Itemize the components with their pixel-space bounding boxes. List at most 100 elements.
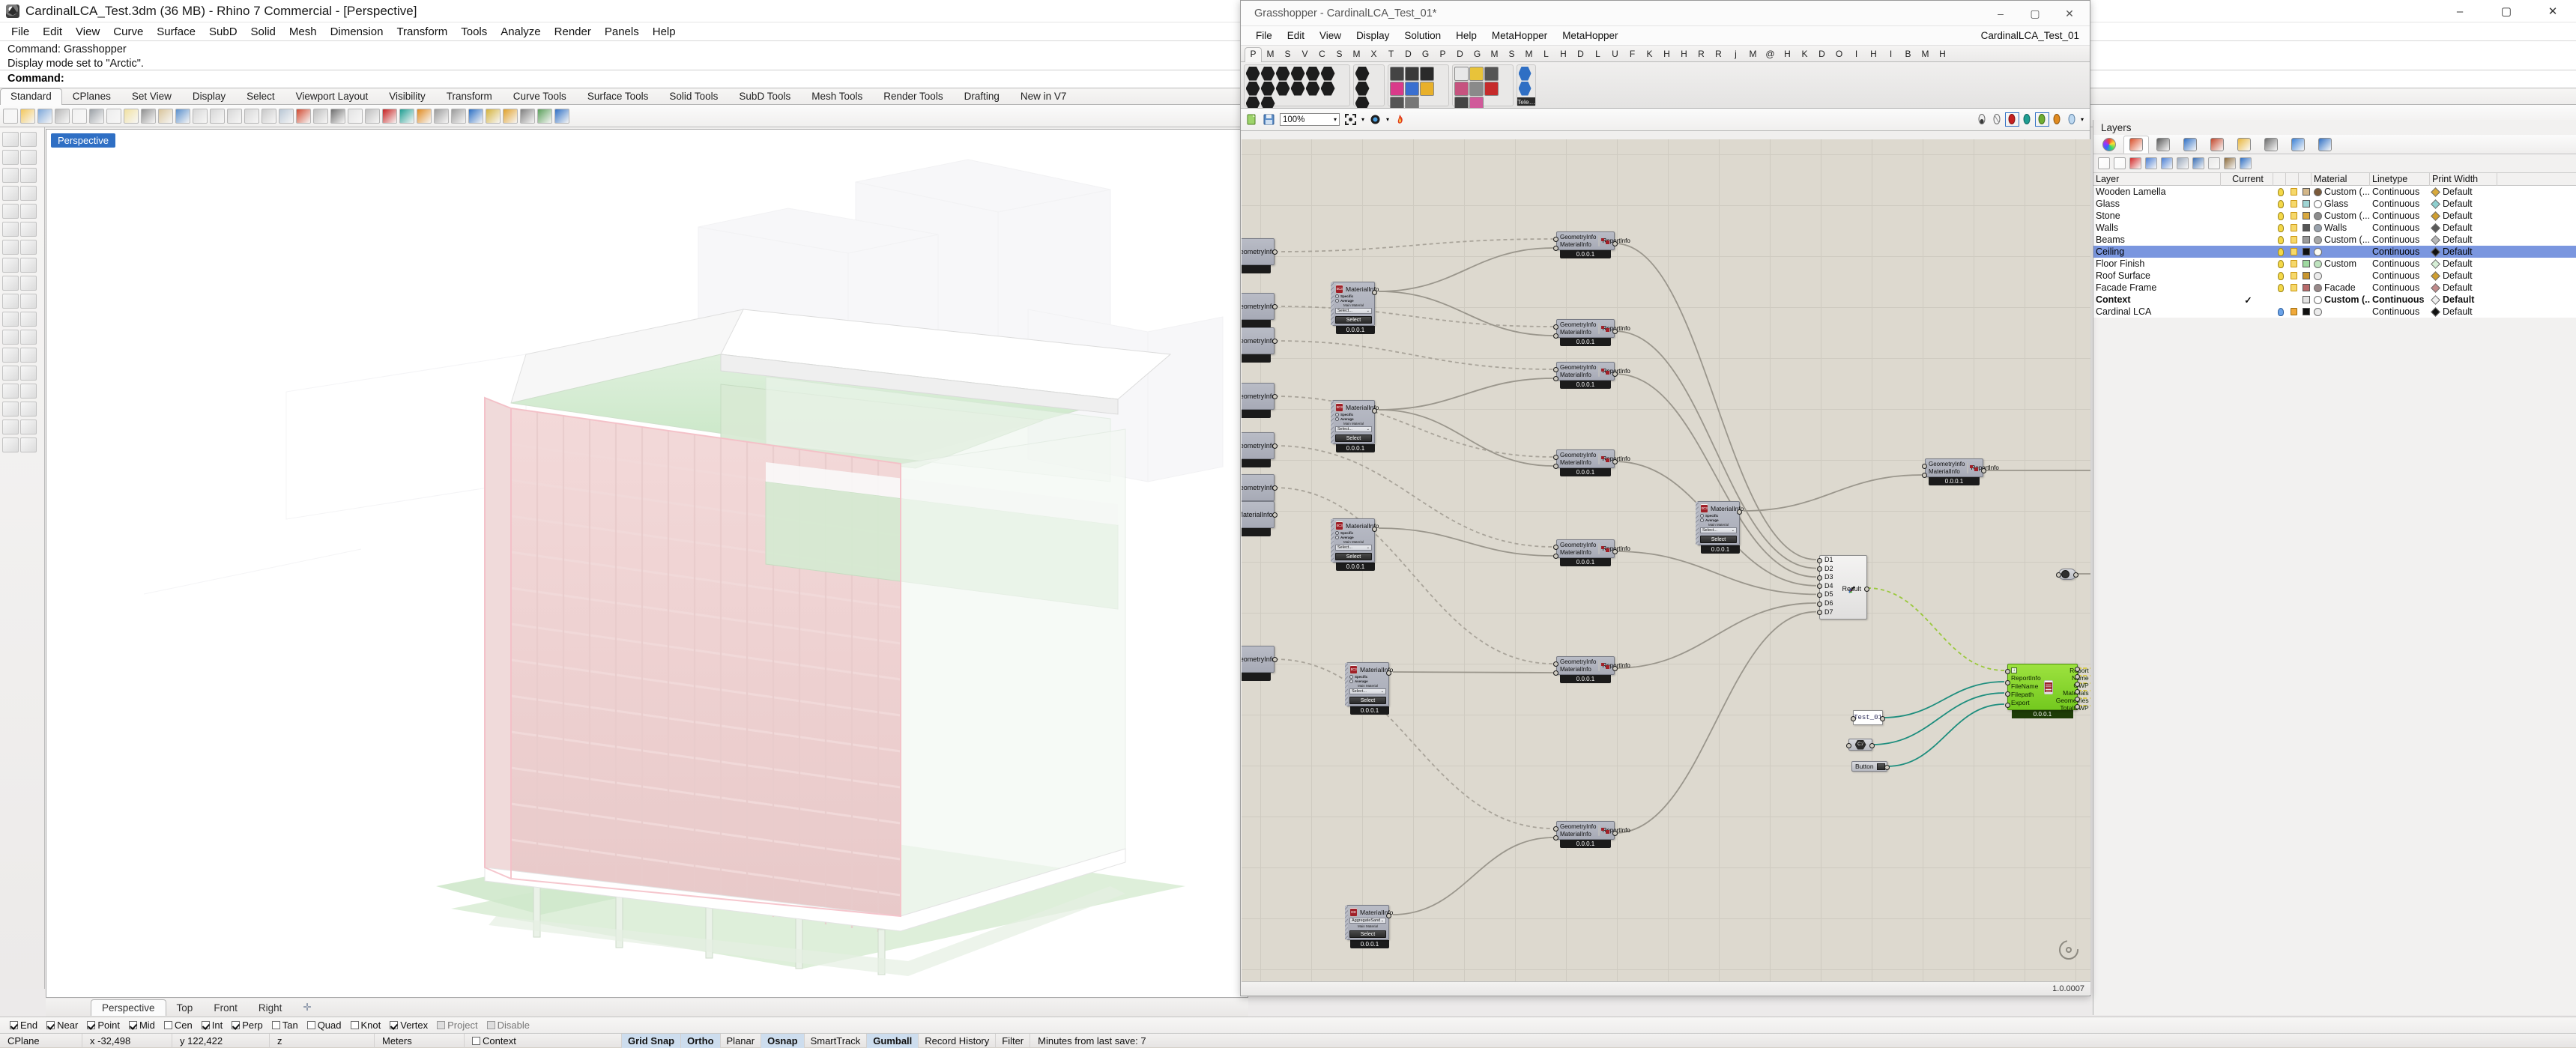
gh-menu-metahopper[interactable]: MetaHopper xyxy=(1484,30,1555,41)
fillet-icon[interactable] xyxy=(2,366,19,381)
polygon-icon[interactable] xyxy=(20,222,37,237)
node-port[interactable] xyxy=(1272,249,1278,255)
node-body[interactable]: GeometryInfoMaterialInfoReportInfo xyxy=(1553,319,1630,339)
layer-lock-icon[interactable] xyxy=(2286,210,2299,222)
osnap-knot[interactable]: Knot xyxy=(347,1020,385,1031)
new-file-icon[interactable] xyxy=(3,108,18,124)
select-button[interactable]: Select xyxy=(1335,434,1372,442)
node-body[interactable]: GeometryInfoMaterialInfoReportInfo xyxy=(1922,458,1999,478)
layer-color-swatch[interactable] xyxy=(2299,282,2312,294)
gh-close-button[interactable]: ✕ xyxy=(2052,1,2087,26)
gh-component-tab-28[interactable]: j xyxy=(1727,49,1744,61)
dimension-icon[interactable] xyxy=(2,384,19,399)
node-port[interactable] xyxy=(1553,826,1558,832)
display-icon[interactable] xyxy=(2258,136,2284,154)
layer-visibility-icon[interactable] xyxy=(2273,282,2286,294)
transform-icon[interactable] xyxy=(2,330,19,345)
node-port[interactable] xyxy=(2075,696,2080,702)
mesh-edit-icon[interactable] xyxy=(20,312,37,327)
solid-icon[interactable] xyxy=(2,294,19,309)
notification-icon[interactable] xyxy=(2312,136,2338,154)
node-port[interactable] xyxy=(1553,366,1558,372)
close-button[interactable]: ✕ xyxy=(2530,0,2576,22)
output-node-input-filepath[interactable]: Filepath xyxy=(2011,691,2041,698)
node-port[interactable] xyxy=(1272,485,1278,491)
node-port[interactable] xyxy=(1922,472,1927,478)
layer-current-check[interactable] xyxy=(2221,258,2273,270)
ribbon-icon-geometry-7[interactable] xyxy=(1245,81,1260,96)
layer-icon[interactable] xyxy=(486,108,501,124)
chevron-down-icon-4[interactable]: ▾ xyxy=(2081,116,2084,123)
node-port[interactable] xyxy=(2075,703,2080,709)
point-cloud-icon[interactable] xyxy=(20,150,37,165)
ribbon-icon-geometry-6[interactable] xyxy=(1320,66,1335,81)
gh-component-tab-27[interactable]: R xyxy=(1710,49,1727,61)
merge-node[interactable]: D1 D2 D3 D4 D5 D6 D7 Result xyxy=(1817,555,1869,620)
layer-material[interactable]: Custom (... xyxy=(2312,294,2370,306)
node-port[interactable] xyxy=(1981,467,1986,473)
layer-material[interactable] xyxy=(2312,246,2370,258)
ribbon-icon-geometry-4[interactable] xyxy=(1290,66,1305,81)
gh-component-tab-0[interactable]: P xyxy=(1245,47,1262,62)
layer-lock-icon[interactable] xyxy=(2286,306,2299,318)
radio-option-2[interactable]: Average xyxy=(1700,518,1737,522)
move-icon[interactable] xyxy=(175,108,190,124)
status-toggle-osnap[interactable]: Osnap xyxy=(761,1033,805,1048)
render-preview-icon[interactable] xyxy=(296,108,311,124)
ribbon-icon-geometry-10[interactable] xyxy=(1290,81,1305,96)
merge-input-d1[interactable]: D1 xyxy=(1820,556,1866,565)
status-x-coordinate[interactable]: x -32,498 xyxy=(82,1033,172,1048)
rhino-toolbar-tab-cplanes[interactable]: CPlanes xyxy=(62,88,121,104)
layer-visibility-icon[interactable] xyxy=(2273,222,2286,234)
file-path-node[interactable]: C:/ xyxy=(1846,739,1875,751)
point-light-icon[interactable] xyxy=(382,108,397,124)
ribbon-icon-geometry-14[interactable] xyxy=(1260,96,1275,108)
layer-print-width[interactable]: Default xyxy=(2430,294,2497,306)
layer-lock-icon[interactable] xyxy=(2286,222,2299,234)
ribbon-icon-geometry-2[interactable] xyxy=(1260,66,1275,81)
layer-print-width[interactable]: Default xyxy=(2430,258,2497,270)
layer-color-swatch[interactable] xyxy=(2299,246,2312,258)
gh-component-tab-26[interactable]: R xyxy=(1693,49,1710,61)
ribbon-icon-util-3[interactable] xyxy=(1484,66,1499,81)
rhino-menu-surface[interactable]: Surface xyxy=(150,25,202,38)
layer-current-check[interactable] xyxy=(2221,210,2273,222)
status-y-coordinate[interactable]: y 122,422 xyxy=(172,1033,270,1048)
checkbox-icon[interactable] xyxy=(306,1021,315,1029)
layer-linetype[interactable]: Continuous xyxy=(2370,222,2430,234)
gh-component-tab-35[interactable]: I xyxy=(1848,49,1865,61)
layer-material[interactable] xyxy=(2312,306,2370,318)
gh-maximize-button[interactable]: ▢ xyxy=(2018,1,2052,26)
layer-material[interactable]: Custom (... xyxy=(2312,186,2370,198)
copy-icon[interactable] xyxy=(106,108,121,124)
ribbon-icon-util-6[interactable] xyxy=(1484,81,1499,96)
node-body[interactable]: GeometryInfoMaterialInfoReportInfo xyxy=(1553,656,1630,676)
radio-button-icon[interactable] xyxy=(1335,417,1339,421)
layer-color-swatch[interactable] xyxy=(2299,294,2312,306)
gh-component-tab-20[interactable]: L xyxy=(1589,49,1606,61)
osnap-tan[interactable]: Tan xyxy=(268,1020,302,1031)
minimize-button[interactable]: – xyxy=(2437,0,2483,22)
node-port[interactable] xyxy=(1737,509,1742,515)
layer-current-check[interactable] xyxy=(2221,246,2273,258)
ribbon-icon-geometry-5[interactable] xyxy=(1305,66,1320,81)
layer-linetype[interactable]: Continuous xyxy=(2370,186,2430,198)
node-body[interactable]: GeometryInfo xyxy=(1242,293,1275,320)
move-up-icon[interactable] xyxy=(2145,157,2157,169)
grasshopper-canvas[interactable]: GeometryInfoGeometryInfoGeometryInfoGeom… xyxy=(1242,139,2090,982)
select-button[interactable]: Select xyxy=(1335,316,1372,324)
layer-row-walls[interactable]: Walls Walls Continuous Default xyxy=(2093,222,2576,234)
gh-component-tab-10[interactable]: G xyxy=(1417,49,1434,61)
rhino-toolbar-tab-mesh-tools[interactable]: Mesh Tools xyxy=(801,88,873,104)
mesh-icon[interactable] xyxy=(2,312,19,327)
toggle-node[interactable] xyxy=(2056,569,2078,580)
layer-linetype[interactable]: Continuous xyxy=(2370,246,2430,258)
ribbon-icon-geometry-13[interactable] xyxy=(1245,96,1260,108)
node-body[interactable]: GeometryInfoMaterialInfoReportInfo xyxy=(1553,362,1630,381)
extrude-icon[interactable] xyxy=(2,258,19,273)
rhino-viewport[interactable]: Perspective xyxy=(46,129,1248,998)
gh-component-tab-8[interactable]: T xyxy=(1382,49,1400,61)
node-port[interactable] xyxy=(1553,463,1558,469)
checkbox-icon[interactable] xyxy=(437,1021,446,1029)
gh-component-tab-3[interactable]: V xyxy=(1296,49,1313,61)
